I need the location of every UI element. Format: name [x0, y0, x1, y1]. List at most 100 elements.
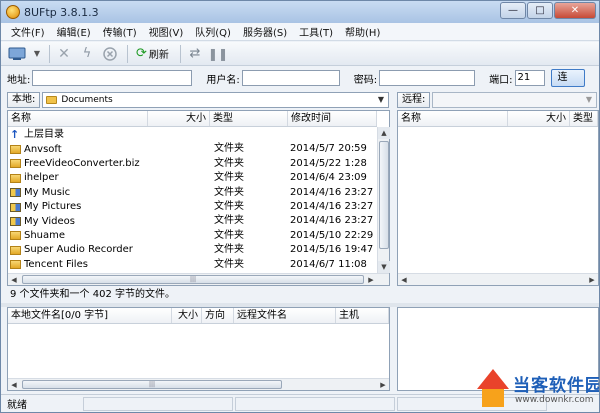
house-logo-icon — [477, 369, 509, 389]
window-controls: — □ ✕ — [499, 2, 596, 19]
column-name[interactable]: 名称 — [8, 111, 148, 126]
pause-button[interactable]: ❚❚ — [208, 44, 228, 64]
column-size[interactable]: 大小 — [508, 111, 570, 126]
file-modified: 2014/5/22 1:28 — [290, 157, 367, 169]
column-direction[interactable]: 方向 — [202, 308, 234, 323]
local-label: 本地: — [7, 92, 41, 108]
scroll-down-icon[interactable]: ▼ — [378, 261, 390, 273]
watermark: 当客软件园 www.downkr.com — [471, 367, 599, 412]
port-label: 端口: — [489, 74, 513, 86]
file-name: Tencent Files — [24, 258, 88, 270]
file-name: My Pictures — [24, 201, 82, 213]
file-modified: 2014/5/16 19:47 — [290, 244, 374, 256]
local-column-header: 名称 大小 类型 修改时间 — [8, 111, 377, 127]
videos-folder-icon — [10, 217, 21, 227]
connect-button[interactable]: 连 — [550, 69, 585, 87]
scroll-left-icon[interactable]: ◀ — [398, 274, 410, 286]
scrollbar-thumb[interactable] — [379, 141, 389, 249]
stop-button[interactable] — [100, 44, 120, 64]
disconnect-button[interactable]: ✕ — [54, 44, 74, 64]
chevron-down-icon[interactable]: ▼ — [374, 93, 388, 107]
scrollbar-thumb[interactable]: ||| — [22, 380, 282, 389]
list-item[interactable]: My Videos 文件夹 2014/4/16 23:27 — [8, 214, 376, 228]
list-item[interactable]: Anvsoft 文件夹 2014/5/7 20:59 — [8, 142, 376, 156]
transfer-queue-list[interactable]: 本地文件名[0/0 字节] 大小 方向 远程文件名 主机 ◀ ||| ▶ — [7, 307, 390, 391]
menu-transfer[interactable]: 传输(T) — [97, 24, 143, 39]
scrollbar-thumb[interactable]: ||| — [22, 275, 364, 284]
list-item[interactable]: Tencent Files 文件夹 2014/6/7 11:08 — [8, 258, 376, 272]
column-type[interactable]: 类型 — [570, 111, 598, 126]
remote-label: 远程: — [397, 92, 431, 108]
column-name[interactable]: 名称 — [398, 111, 508, 126]
scroll-right-icon[interactable]: ▶ — [365, 274, 377, 286]
port-input[interactable]: 21 — [514, 70, 545, 86]
list-item[interactable]: FreeVideoConverter.biz 文件夹 2014/5/22 1:2… — [8, 157, 376, 171]
file-modified: 2014/4/16 23:27 — [290, 215, 374, 227]
local-vertical-scrollbar[interactable]: ▲ ▼ — [377, 127, 390, 273]
column-remote-file[interactable]: 远程文件名 — [234, 308, 336, 323]
local-path-select[interactable]: Documents ▼ — [42, 92, 389, 108]
scroll-left-icon[interactable]: ◀ — [8, 274, 20, 286]
file-type: 文件夹 — [214, 229, 244, 241]
local-file-list[interactable]: 名称 大小 类型 修改时间 ↑ 上层目录 Anvsoft 文件夹 2014/5/7… — [7, 110, 390, 286]
column-type[interactable]: 类型 — [210, 111, 288, 126]
scroll-right-icon[interactable]: ▶ — [377, 379, 389, 391]
close-button[interactable]: ✕ — [554, 2, 596, 19]
menu-queue[interactable]: 队列(Q) — [189, 24, 237, 39]
site-dropdown-button[interactable]: ▼ — [32, 44, 42, 64]
file-modified: 2014/5/7 20:59 — [290, 143, 367, 155]
file-name: Super Audio Recorder — [24, 244, 133, 256]
remote-file-list[interactable]: 名称 大小 类型 ◀ ▶ — [397, 110, 599, 286]
minimize-button[interactable]: — — [500, 2, 526, 19]
menu-file[interactable]: 文件(F) — [5, 24, 51, 39]
remote-path-select[interactable]: ▼ — [432, 92, 597, 108]
scroll-up-icon[interactable]: ▲ — [378, 127, 390, 139]
host-input[interactable] — [32, 70, 193, 86]
column-host[interactable]: 主机 — [336, 308, 389, 323]
process-queue-button[interactable]: ⇄ — [185, 44, 205, 64]
scroll-right-icon[interactable]: ▶ — [586, 274, 598, 286]
chevron-down-icon[interactable]: ▼ — [582, 93, 596, 107]
toolbar-separator — [127, 44, 128, 63]
menu-tools[interactable]: 工具(T) — [293, 24, 339, 39]
local-horizontal-scrollbar[interactable]: ◀ ||| ▶ — [8, 273, 389, 285]
queue-horizontal-scrollbar[interactable]: ◀ ||| ▶ — [8, 378, 389, 390]
column-local-file[interactable]: 本地文件名[0/0 字节] — [8, 308, 172, 323]
menu-help[interactable]: 帮助(H) — [339, 24, 386, 39]
menu-view[interactable]: 视图(V) — [143, 24, 190, 39]
list-item[interactable]: ihelper 文件夹 2014/6/4 23:09 — [8, 171, 376, 185]
file-type: 文件夹 — [214, 215, 244, 227]
column-size[interactable]: 大小 — [172, 308, 202, 323]
menu-server[interactable]: 服务器(S) — [237, 24, 293, 39]
file-type: 文件夹 — [214, 143, 244, 155]
file-modified: 2014/4/16 23:27 — [290, 186, 374, 198]
file-modified: 2014/5/10 22:29 — [290, 229, 374, 241]
remote-path-bar: 远程: ▼ — [397, 91, 597, 109]
password-input[interactable] — [379, 70, 476, 86]
username-input[interactable] — [241, 70, 340, 86]
column-size[interactable]: 大小 — [148, 111, 210, 126]
file-modified: 2014/6/7 11:08 — [290, 258, 367, 270]
list-item[interactable]: My Pictures 文件夹 2014/4/16 23:27 — [8, 200, 376, 214]
host-label: 地址: — [7, 74, 31, 86]
file-name: Anvsoft — [24, 143, 62, 155]
window-title: 8UFtp 3.8.1.3 — [24, 5, 99, 19]
file-name: Shuame — [24, 229, 66, 241]
list-item-parent[interactable]: ↑ 上层目录 — [8, 128, 376, 142]
site-manager-button[interactable] — [5, 44, 29, 64]
maximize-button[interactable]: □ — [527, 2, 553, 19]
list-item[interactable]: Super Audio Recorder 文件夹 2014/5/16 19:47 — [8, 243, 376, 257]
list-item[interactable]: Shuame 文件夹 2014/5/10 22:29 — [8, 229, 376, 243]
reconnect-button[interactable]: ϟ — [77, 44, 97, 64]
file-type: 文件夹 — [214, 201, 244, 212]
scroll-left-icon[interactable]: ◀ — [8, 379, 20, 391]
list-item[interactable]: My Music 文件夹 2014/4/16 23:27 — [8, 186, 376, 200]
remote-column-header: 名称 大小 类型 — [398, 111, 598, 127]
file-name: FreeVideoConverter.biz — [24, 157, 140, 169]
refresh-button[interactable]: ⟳ 刷新 — [132, 44, 173, 64]
local-path-bar: 本地: Documents ▼ — [7, 91, 389, 109]
remote-horizontal-scrollbar[interactable]: ◀ ▶ — [398, 273, 598, 285]
column-modified[interactable]: 修改时间 — [288, 111, 377, 126]
menu-edit[interactable]: 编辑(E) — [51, 24, 97, 39]
toolbar: ▼ ✕ ϟ ⟳ 刷新 ⇄ ❚❚ — [1, 42, 599, 66]
